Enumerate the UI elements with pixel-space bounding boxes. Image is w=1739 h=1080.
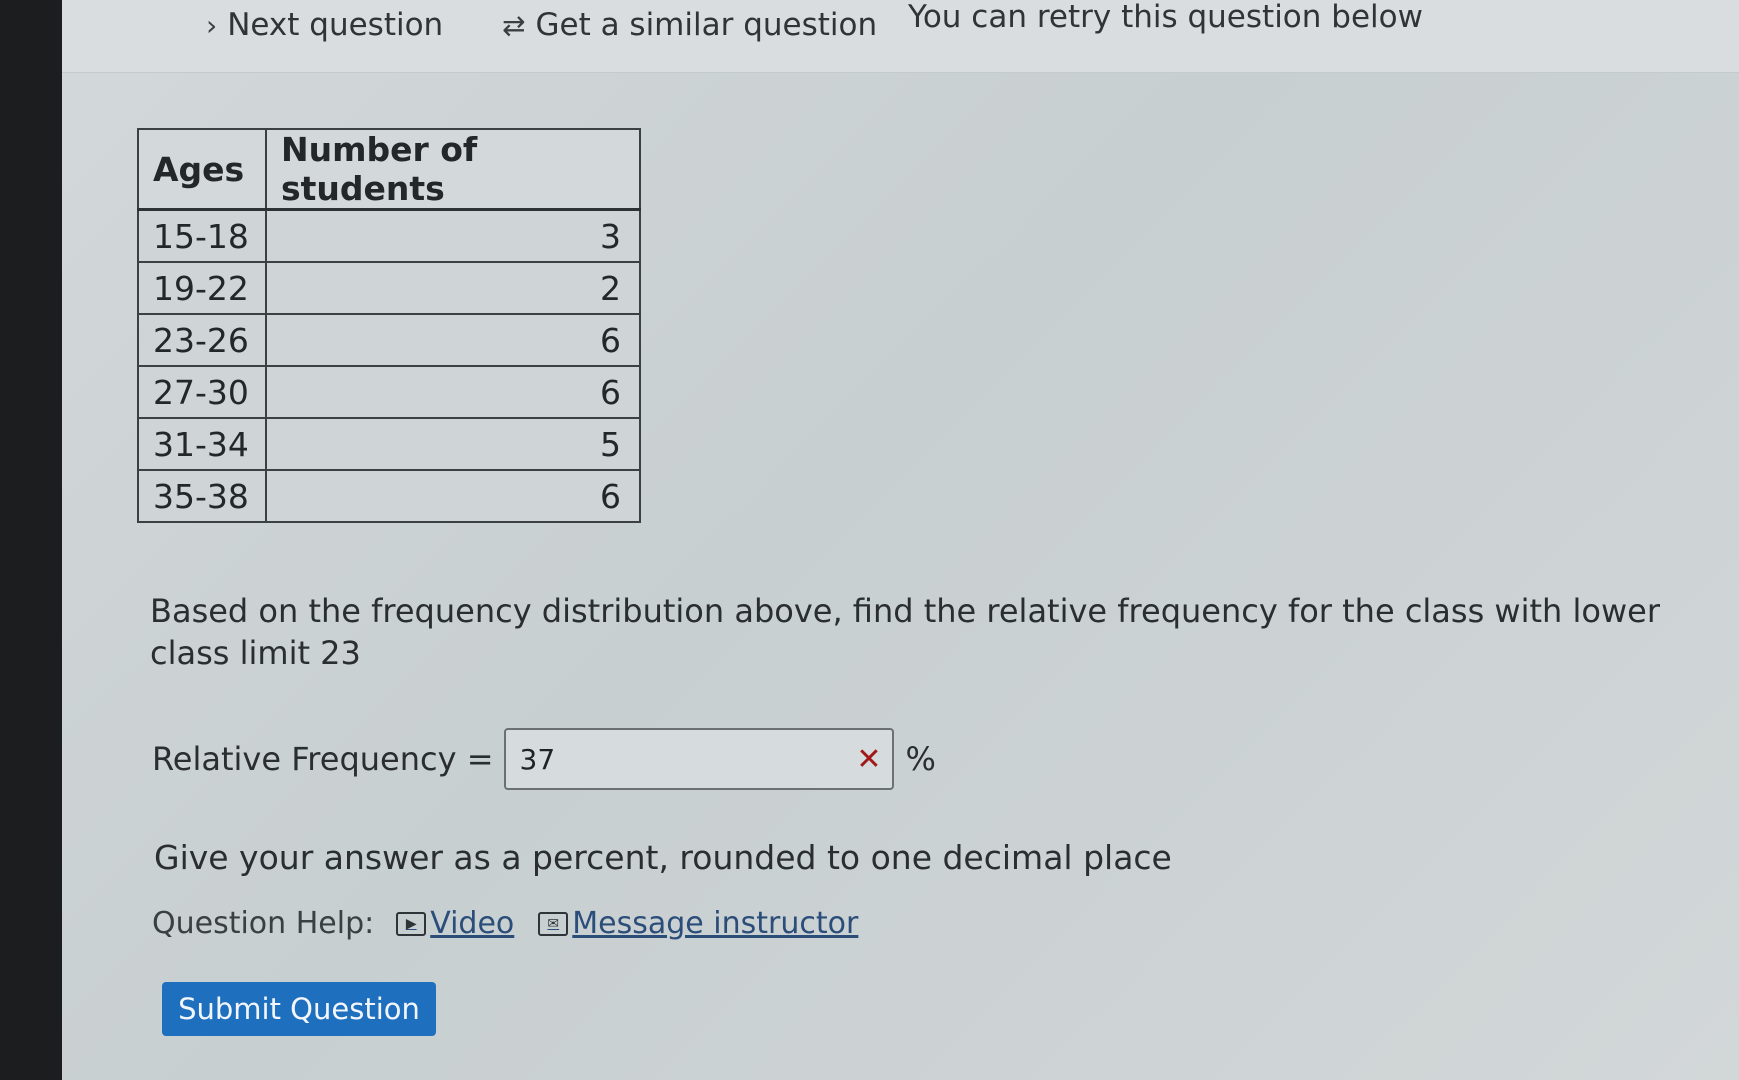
next-question-button[interactable]: › Next question [206, 0, 443, 50]
age-cell: 35-38 [137, 469, 267, 523]
age-cell: 27-30 [137, 365, 267, 419]
answer-label: Relative Frequency = [152, 740, 494, 778]
age-cell: 15-18 [137, 208, 267, 263]
chevron-right-icon: › [206, 8, 218, 42]
age-cell: 23-26 [137, 313, 267, 367]
header-number-of-students: Number of students [265, 128, 641, 211]
similar-question-button[interactable]: ⇄ Get a similar question [502, 0, 877, 50]
answer-hint: Give your answer as a percent, rounded t… [154, 838, 1172, 877]
header-ages: Ages [137, 128, 267, 211]
message-instructor-label: Message instructor [572, 906, 859, 941]
table-row: 23-26 6 [137, 313, 641, 367]
count-cell: 5 [265, 417, 641, 471]
table-row: 19-22 2 [137, 261, 641, 315]
next-question-label: Next question [227, 7, 444, 43]
count-cell: 3 [265, 208, 641, 263]
count-cell: 6 [265, 469, 641, 523]
question-text: Based on the frequency distribution abov… [150, 592, 1660, 672]
submit-question-button[interactable]: Submit Question [162, 982, 436, 1036]
similar-question-label: Get a similar question [535, 7, 878, 43]
age-cell: 19-22 [137, 261, 267, 315]
count-cell: 2 [265, 261, 641, 315]
screen: › Next question ⇄ Get a similar question… [62, 0, 1739, 1080]
count-cell: 6 [265, 313, 641, 367]
envelope-icon: ✉ [538, 911, 569, 936]
video-link-label: Video [430, 906, 515, 941]
retry-notice: You can retry this question below [908, 0, 1423, 35]
relative-frequency-input[interactable] [517, 741, 822, 777]
answer-field-container: ✕ [503, 728, 894, 790]
video-link[interactable]: ▶ Video [396, 906, 514, 941]
table-row: 35-38 6 [137, 469, 641, 523]
question-toolbar: › Next question ⇄ Get a similar question… [62, 0, 1739, 73]
age-cell: 31-34 [137, 417, 267, 471]
frequency-table: Ages Number of students 15-18 3 19-22 2 … [137, 128, 641, 523]
count-cell: 6 [265, 365, 641, 419]
incorrect-x-icon: ✕ [856, 741, 882, 777]
table-row: 15-18 3 [137, 208, 641, 263]
table-header-row: Ages Number of students [137, 128, 641, 211]
table-row: 27-30 6 [137, 365, 641, 419]
percent-unit: % [905, 740, 936, 778]
table-row: 31-34 5 [137, 417, 641, 471]
refresh-icon: ⇄ [502, 8, 526, 42]
question-help-label: Question Help: [152, 906, 375, 941]
play-video-icon: ▶ [396, 911, 427, 936]
answer-row: Relative Frequency = ✕ % [152, 728, 936, 790]
message-instructor-link[interactable]: ✉ Message instructor [538, 906, 858, 941]
question-help: Question Help: ▶ Video ✉ Message instruc… [152, 906, 858, 941]
